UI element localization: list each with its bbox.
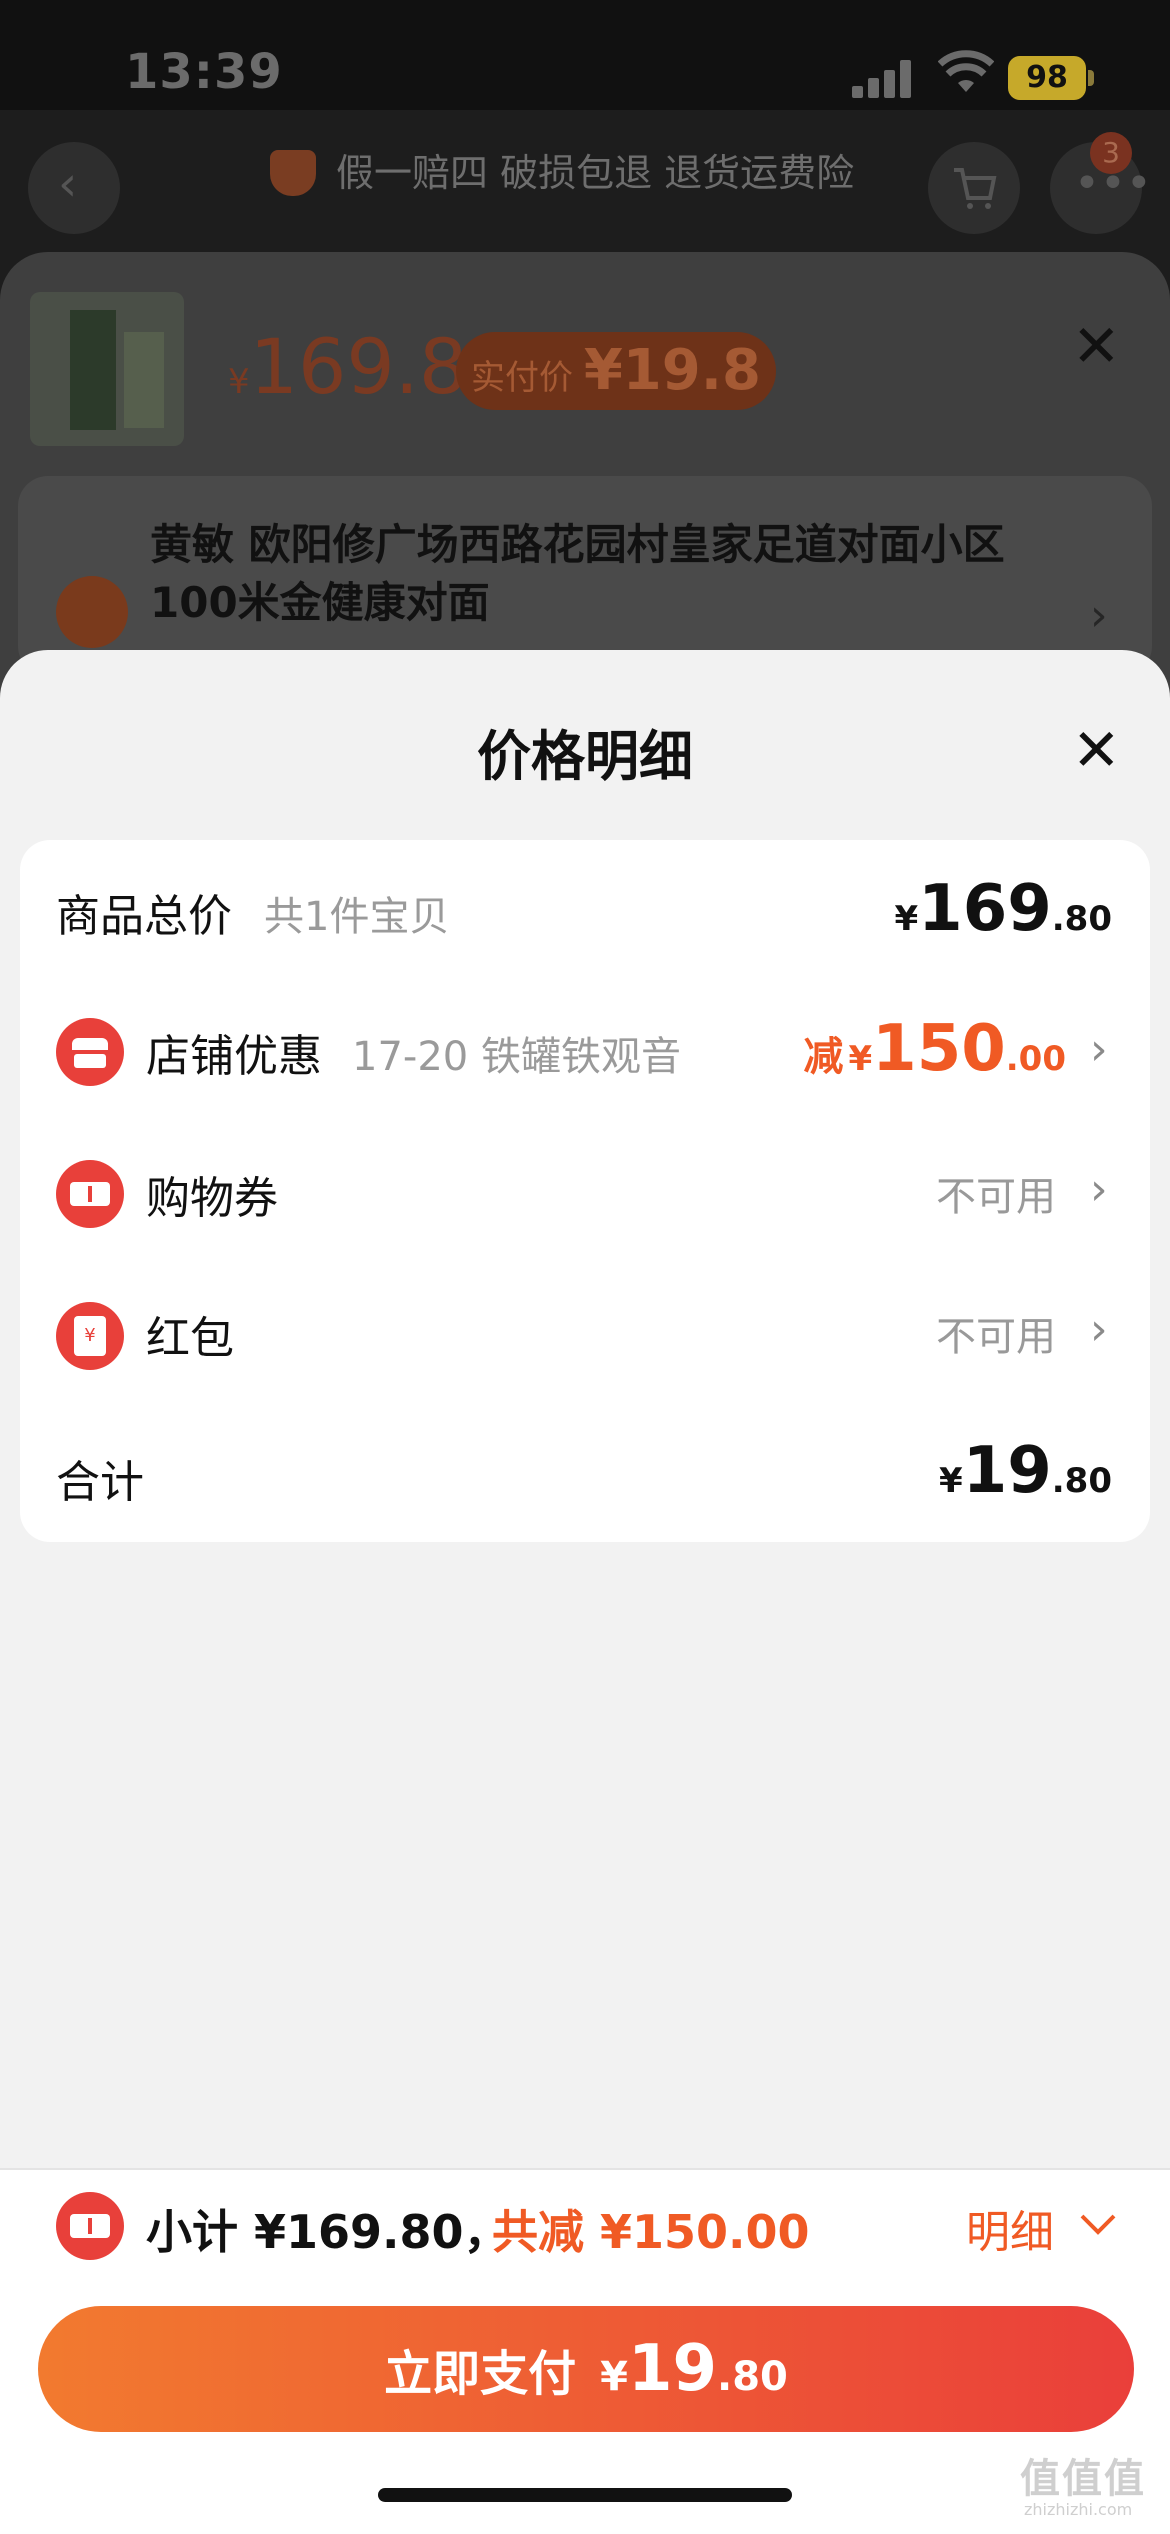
cart-icon (954, 168, 997, 209)
wifi-icon (938, 50, 994, 92)
battery-indicator: 98 (1008, 56, 1086, 100)
close-button[interactable]: ✕ (1072, 716, 1121, 784)
red-packet-status: 不可用 (936, 1314, 1056, 1360)
store-icon (56, 1018, 124, 1086)
status-time: 13:39 (125, 44, 283, 100)
store-discount-amount: 减 ¥150.00 (803, 1012, 1066, 1086)
address-text: 黄敏 欧阳修广场西路花园村皇家足道对面小区100米金健康对面 (150, 520, 1005, 627)
guarantee-text: 假一赔四 破损包退 退货运费险 (336, 151, 855, 195)
product-thumbnail (30, 292, 184, 446)
store-discount-desc: 17-20 铁罐铁观音 (352, 1034, 681, 1080)
chevron-right-icon: › (1090, 590, 1108, 641)
sheet-title: 价格明细 (477, 725, 693, 788)
subtotal-text: 小计 ¥169.80， (146, 2205, 510, 2259)
total-amount: ¥19.80 (939, 1434, 1112, 1508)
total-label: 合计 (56, 1457, 144, 1508)
red-packet-icon: ¥ (56, 1302, 124, 1370)
location-pin-icon (56, 576, 128, 648)
chevron-right-icon: › (1090, 1024, 1108, 1075)
cellular-signal-icon (852, 58, 916, 98)
home-indicator (378, 2488, 792, 2502)
battery-tip (1088, 70, 1094, 86)
coupon-status: 不可用 (936, 1174, 1056, 1220)
chevron-right-icon: › (1090, 1164, 1108, 1215)
back-button[interactable]: ‹ (28, 142, 120, 234)
watermark: 值值值 (1020, 2456, 1146, 2502)
chevron-left-icon: ‹ (58, 156, 78, 212)
total-discount-text: 共减 ¥150.00 (492, 2205, 810, 2259)
coupon-icon (56, 2192, 124, 2260)
chevron-right-icon: › (1090, 1304, 1108, 1355)
pay-now-button[interactable]: 立即支付 ¥19.80 (38, 2306, 1134, 2432)
close-icon[interactable]: ✕ (1072, 312, 1121, 380)
item-count: 共1件宝贝 (264, 894, 450, 940)
goods-total-amount: ¥169.80 (894, 872, 1113, 946)
shield-icon (270, 150, 316, 196)
paid-price-pill: 实付价 ¥19.8 (456, 332, 776, 410)
cart-button[interactable] (928, 142, 1020, 234)
cart-badge: 3 (1090, 132, 1132, 174)
coupon-label: 购物券 (146, 1173, 278, 1224)
goods-total-label: 商品总价 (56, 891, 232, 942)
watermark-url: zhizhizhi.com (1024, 2500, 1133, 2519)
store-discount-label: 店铺优惠 (146, 1031, 322, 1082)
detail-toggle[interactable]: 明细 (966, 2196, 1054, 2260)
chevron-down-icon[interactable] (1078, 2210, 1118, 2238)
product-price: ¥169.8 (228, 322, 468, 411)
red-packet-label: 红包 (146, 1313, 234, 1364)
coupon-icon (56, 1160, 124, 1228)
